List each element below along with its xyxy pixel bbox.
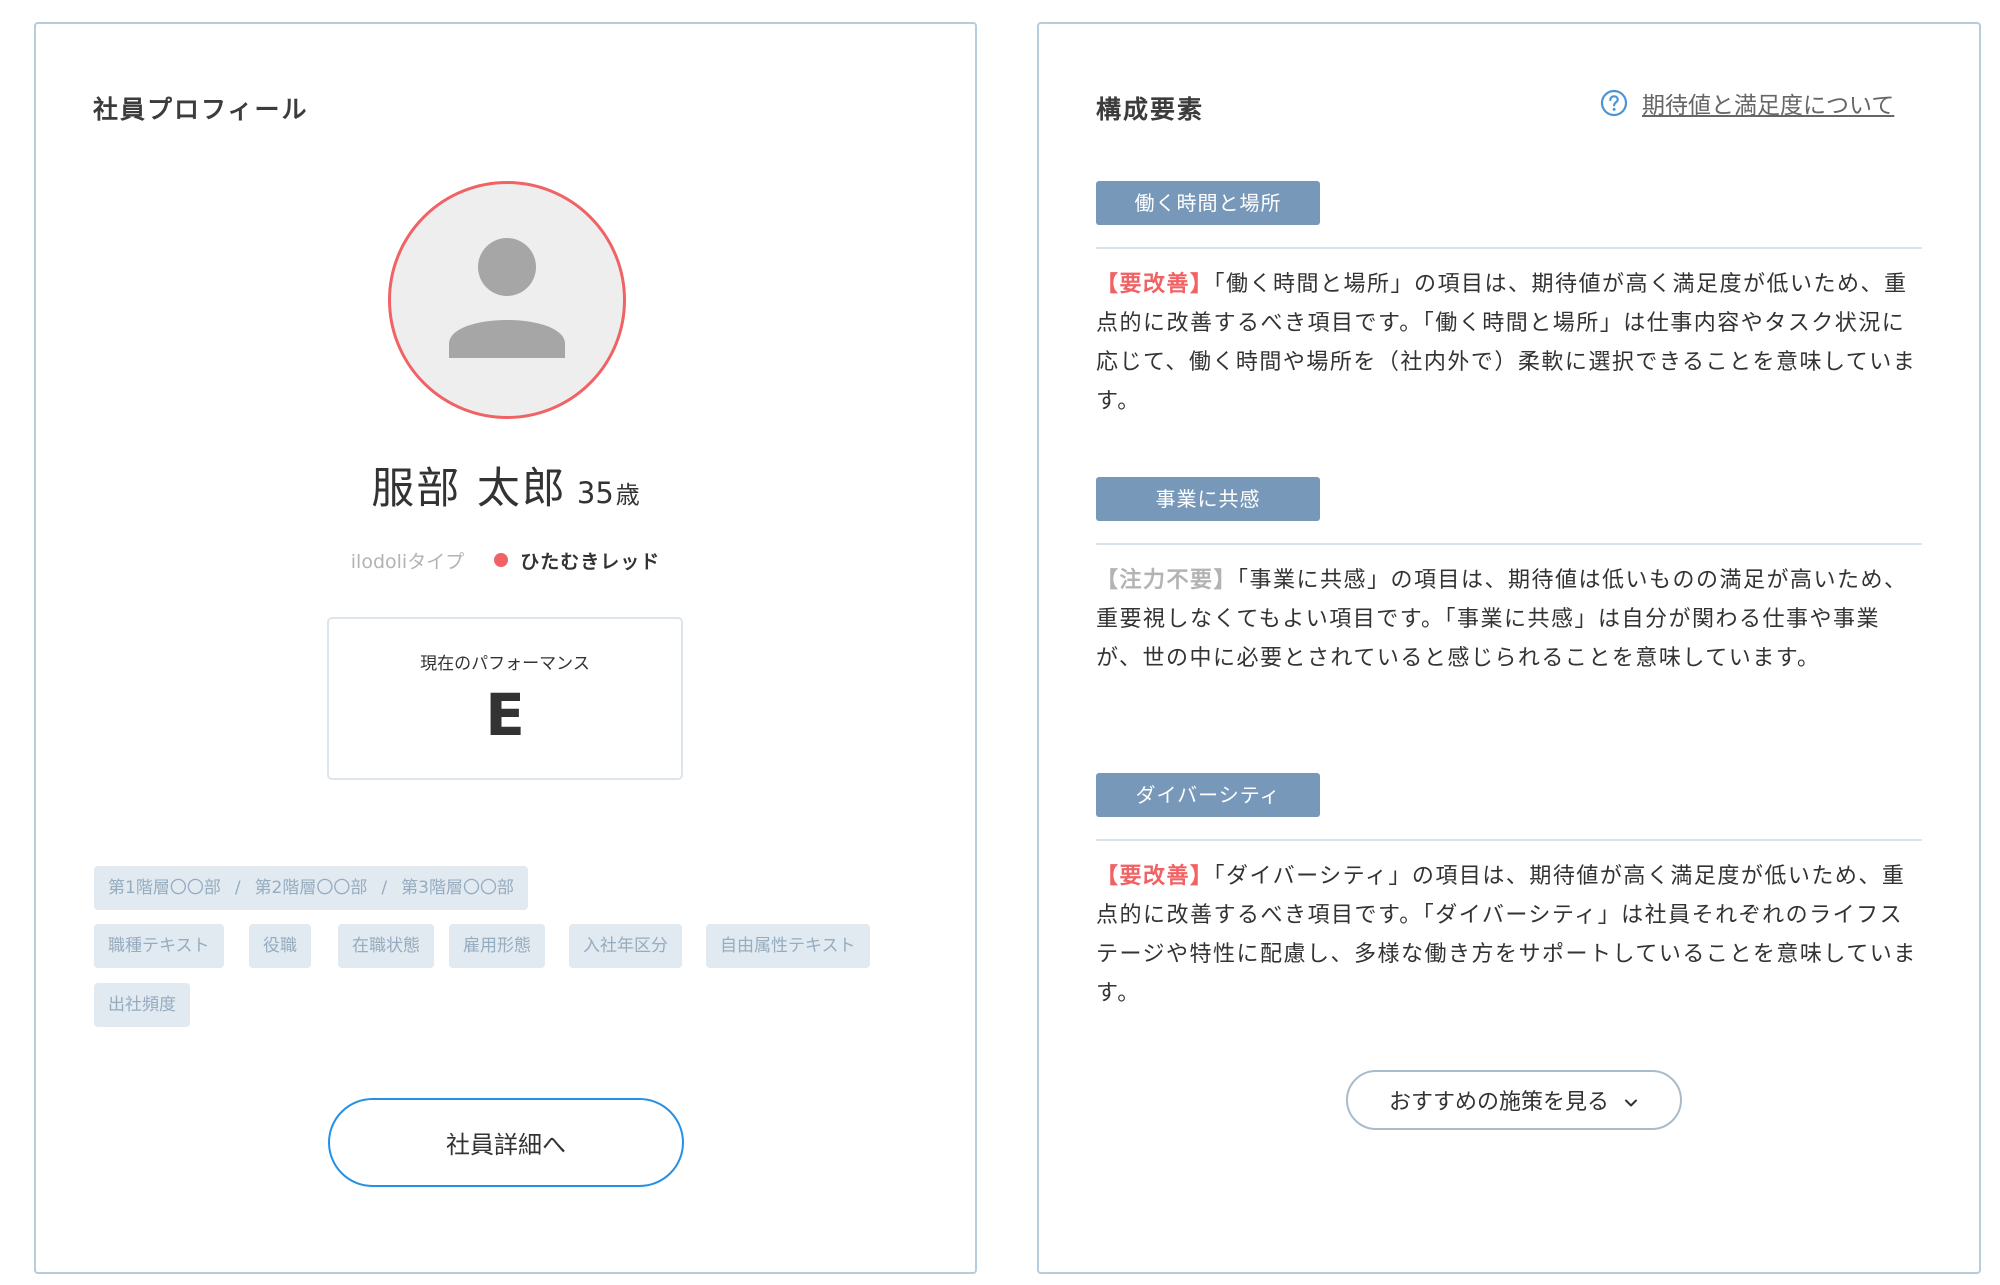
question-circle-icon bbox=[1600, 89, 1628, 117]
employee-age: 35 bbox=[576, 476, 614, 510]
path-separator: / bbox=[381, 878, 388, 898]
department-path-tag: 第1階層〇〇部 / 第2階層〇〇部 / 第3階層〇〇部 bbox=[94, 866, 528, 910]
employee-avatar bbox=[388, 181, 626, 419]
performance-grade: E bbox=[485, 681, 525, 749]
divider bbox=[1096, 247, 1922, 249]
attribute-tag-hire-year: 入社年区分 bbox=[569, 924, 682, 968]
factors-card: 構成要素 期待値と満足度について 働く時間と場所 【要改善】「働く時間と場所」の… bbox=[1037, 22, 1981, 1274]
factor-description-work-time-place: 【要改善】「働く時間と場所」の項目は、期待値が高く満足度が低いため、重点的に改善… bbox=[1096, 265, 1926, 421]
recommended-measures-button[interactable]: おすすめの施策を見る bbox=[1346, 1070, 1682, 1130]
ilodoli-type-value: ひたむきレッド bbox=[520, 551, 661, 573]
status-needs-improvement: 【要改善】 bbox=[1096, 864, 1214, 889]
department-level-3: 第3階層〇〇部 bbox=[401, 878, 514, 898]
employee-name-row: 服部 太郎 35歳 bbox=[36, 454, 975, 516]
ilodoli-type-label: ilodoliタイプ bbox=[350, 551, 465, 573]
profile-card-title: 社員プロフィール bbox=[93, 95, 309, 124]
attribute-tag-position: 役職 bbox=[249, 924, 311, 968]
chevron-down-icon bbox=[1625, 1099, 1637, 1107]
department-level-2: 第2階層〇〇部 bbox=[254, 878, 368, 898]
person-placeholder-icon bbox=[449, 238, 565, 358]
factors-card-title: 構成要素 bbox=[1096, 95, 1205, 124]
employee-detail-button[interactable]: 社員詳細へ bbox=[328, 1098, 684, 1187]
attribute-tag-free-text: 自由属性テキスト bbox=[706, 924, 870, 968]
performance-label: 現在のパフォーマンス bbox=[420, 654, 590, 674]
status-needs-improvement: 【要改善】 bbox=[1096, 272, 1214, 297]
status-no-focus-needed: 【注力不要】 bbox=[1096, 568, 1238, 593]
divider bbox=[1096, 839, 1922, 841]
attribute-tag-employment-type: 雇用形態 bbox=[449, 924, 545, 968]
factor-badge-work-time-place: 働く時間と場所 bbox=[1096, 181, 1320, 225]
age-unit: 歳 bbox=[615, 481, 640, 509]
factor-description-diversity: 【要改善】「ダイバーシティ」の項目は、期待値が高く満足度が低いため、重点的に改善… bbox=[1096, 857, 1926, 1013]
performance-box: 現在のパフォーマンス E bbox=[327, 617, 683, 780]
attribute-tag-attendance: 出社頻度 bbox=[94, 983, 190, 1027]
expectation-satisfaction-help-link[interactable]: 期待値と満足度について bbox=[1600, 86, 1894, 120]
employee-name: 服部 太郎 bbox=[371, 464, 567, 514]
recommend-button-label: おすすめの施策を見る bbox=[1388, 1090, 1609, 1115]
divider bbox=[1096, 543, 1922, 545]
employee-profile-card: 社員プロフィール 服部 太郎 35歳 ilodoliタイプ ひたむきレッド 現在のパ… bbox=[34, 22, 977, 1274]
department-level-1: 第1階層〇〇部 bbox=[108, 878, 221, 898]
ilodoli-type-row: ilodoliタイプ ひたむきレッド bbox=[36, 547, 975, 574]
factor-description-business-empathy: 【注力不要】「事業に共感」の項目は、期待値は低いものの満足が高いため、重要視しな… bbox=[1096, 561, 1926, 678]
help-link-text[interactable]: 期待値と満足度について bbox=[1642, 93, 1894, 119]
attribute-tag-job: 職種テキスト bbox=[94, 924, 224, 968]
path-separator: / bbox=[234, 878, 241, 898]
factor-description-text: 「ダイバーシティ」の項目は、期待値が高く満足度が低いため、重点的に改善するべき項… bbox=[1096, 864, 1917, 1006]
factor-description-text: 「働く時間と場所」の項目は、期待値が高く満足度が低いため、重点的に改善するべき項… bbox=[1096, 272, 1917, 414]
attribute-tag-employment-status: 在職状態 bbox=[338, 924, 434, 968]
type-color-dot bbox=[494, 553, 509, 567]
factor-badge-business-empathy: 事業に共感 bbox=[1096, 477, 1320, 521]
factor-badge-diversity: ダイバーシティ bbox=[1096, 773, 1320, 817]
